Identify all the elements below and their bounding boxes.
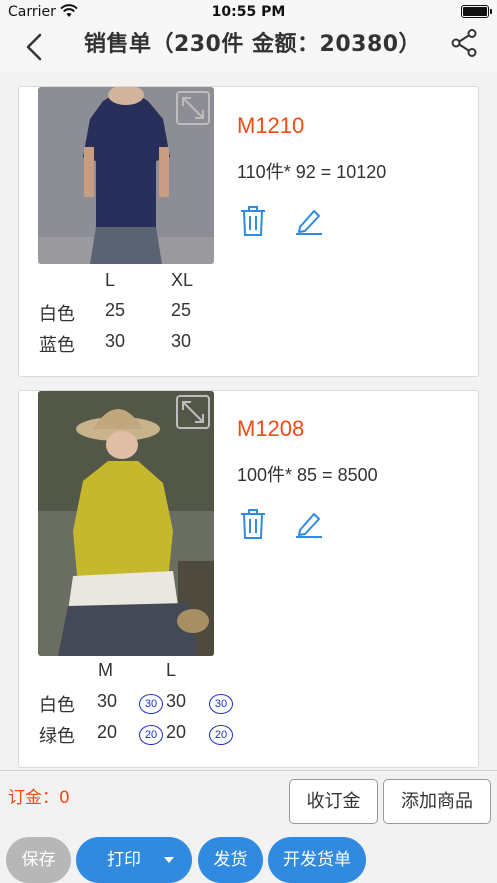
list-item: M1210 110件* 92 = 10120 L XL 白色 25 25 蓝色 … xyxy=(18,86,479,377)
size-header: L xyxy=(166,660,177,680)
stock-badge: 30 xyxy=(209,694,233,714)
trash-icon[interactable] xyxy=(239,508,267,540)
bottom-toolbar: 订金：0 收订金 添加商品 保存 打印 发货 开发货单 xyxy=(0,770,497,883)
color-label: 白色 xyxy=(39,695,75,716)
quantity-value: 30 xyxy=(166,691,187,711)
color-label: 白色 xyxy=(39,304,75,325)
expand-icon[interactable] xyxy=(176,91,210,125)
stock-badge: 20 xyxy=(209,725,233,745)
battery-icon xyxy=(461,5,489,18)
nav-bar: 销售单（230件 金额：20380） xyxy=(0,24,497,72)
size-header: M xyxy=(98,660,113,680)
quantity-value: 20 xyxy=(166,722,187,742)
item-list[interactable]: M1210 110件* 92 = 10120 L XL 白色 25 25 蓝色 … xyxy=(0,72,497,772)
status-bar: Carrier 10:55 PM xyxy=(0,0,497,24)
trash-icon[interactable] xyxy=(239,205,267,237)
ship-button[interactable]: 发货 xyxy=(198,837,263,883)
collect-deposit-button[interactable]: 收订金 xyxy=(289,779,378,824)
dropdown-caret-icon[interactable] xyxy=(164,857,174,863)
color-label: 蓝色 xyxy=(39,335,75,356)
invoice-button[interactable]: 开发货单 xyxy=(268,837,366,883)
quantity-value: 20 xyxy=(97,722,118,742)
quantity-value: 30 xyxy=(105,331,126,351)
quantity-value: 25 xyxy=(105,300,126,320)
list-item: M1208 100件* 85 = 8500 M L 白色 30 30 30 30… xyxy=(18,390,479,768)
product-code: M1208 xyxy=(237,416,305,441)
print-button[interactable]: 打印 xyxy=(76,837,192,883)
stock-badge: 20 xyxy=(139,725,163,745)
product-formula: 110件* 92 = 10120 xyxy=(237,162,387,182)
deposit-label: 订金：0 xyxy=(8,788,70,808)
share-icon[interactable] xyxy=(449,28,479,58)
size-header: L xyxy=(105,270,116,290)
quantity-value: 25 xyxy=(171,300,192,320)
save-button[interactable]: 保存 xyxy=(6,837,71,883)
quantity-value: 30 xyxy=(97,691,118,711)
product-image[interactable] xyxy=(38,391,214,656)
color-label: 绿色 xyxy=(39,726,75,747)
product-image[interactable] xyxy=(38,87,214,264)
pencil-icon[interactable] xyxy=(294,205,324,235)
stock-badge: 30 xyxy=(139,694,163,714)
print-label: 打印 xyxy=(107,850,141,870)
clock: 10:55 PM xyxy=(211,4,286,20)
pencil-icon[interactable] xyxy=(294,508,324,538)
expand-icon[interactable] xyxy=(176,395,210,429)
product-code: M1210 xyxy=(237,113,305,138)
battery-tip xyxy=(490,9,492,14)
page-title: 销售单（230件 金额：20380） xyxy=(83,32,422,57)
add-product-button[interactable]: 添加商品 xyxy=(383,779,491,824)
size-header: XL xyxy=(171,270,194,290)
product-formula: 100件* 85 = 8500 xyxy=(237,465,378,485)
quantity-value: 30 xyxy=(171,331,192,351)
